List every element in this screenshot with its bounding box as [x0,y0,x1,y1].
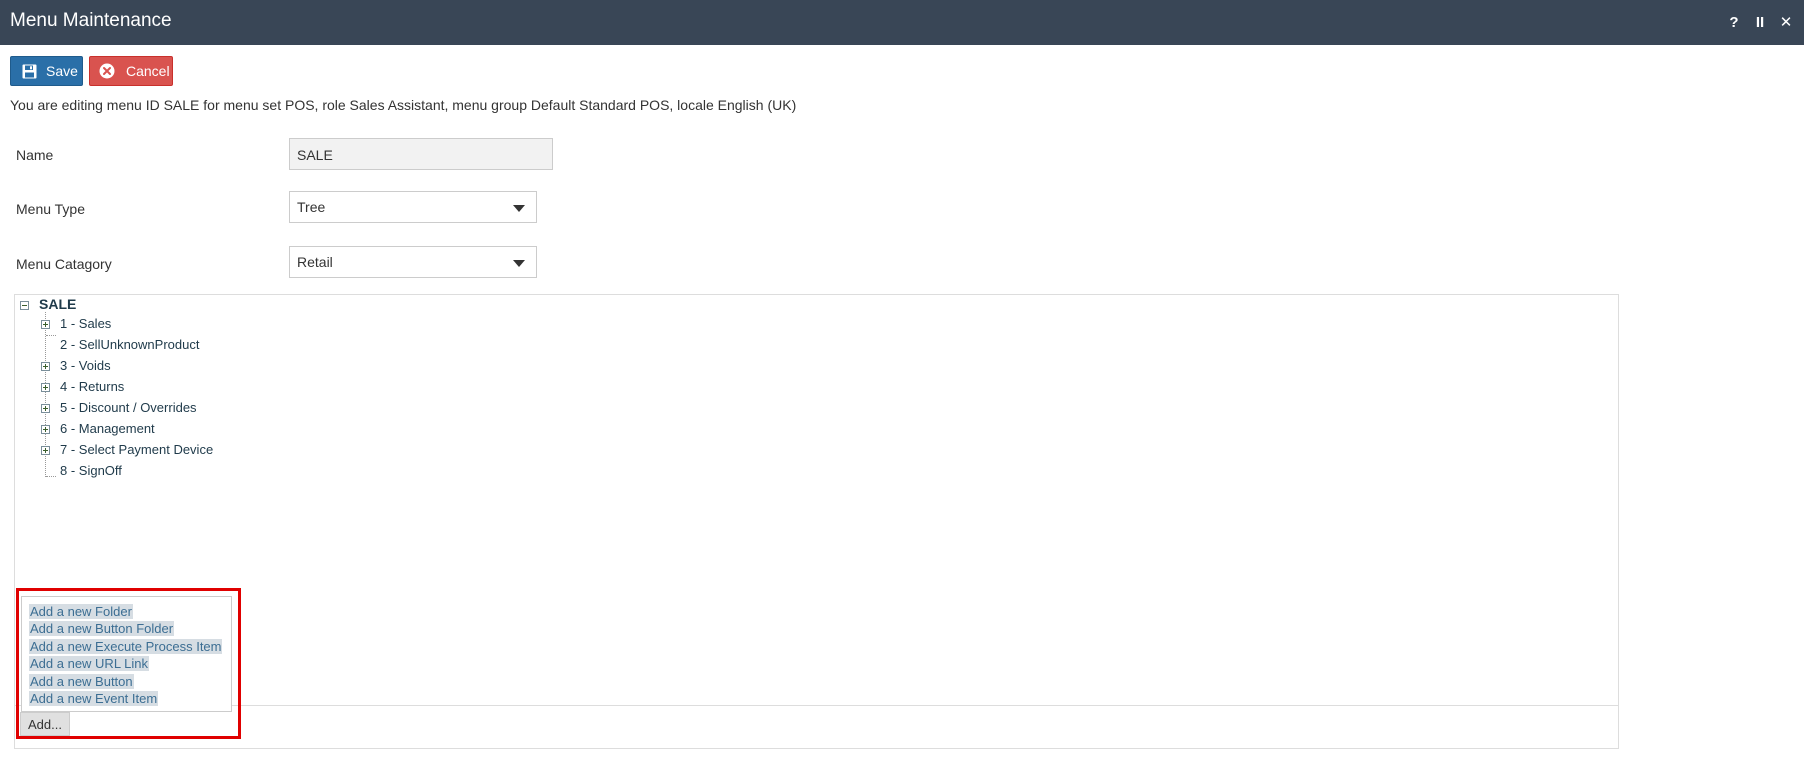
menu-type-label: Menu Type [16,201,86,217]
save-icon [21,63,37,79]
tree-item-voids[interactable]: 3 - Voids [60,358,111,373]
panel-divider [15,705,1618,706]
menu-category-label: Menu Catagory [16,256,112,272]
add-options-list: Add a new Folder Add a new Button Folder… [21,596,232,712]
expand-icon[interactable] [41,404,50,413]
tree-connector [46,335,56,336]
expand-icon[interactable] [41,320,50,329]
add-button[interactable]: Add... [20,712,70,736]
tree-item-select-payment-device[interactable]: 7 - Select Payment Device [60,442,213,457]
name-field[interactable]: SALE [289,138,553,170]
tree-item-sell-unknown-product[interactable]: 2 - SellUnknownProduct [60,337,199,352]
menu-category-select[interactable]: Retail [289,246,537,278]
tree-connector [46,476,56,477]
menu-type-select[interactable]: Tree [289,191,537,223]
cancel-button-label: Cancel [126,63,170,79]
add-button-option[interactable]: Add a new Button [29,673,231,691]
name-label: Name [16,147,54,163]
add-url-link-option[interactable]: Add a new URL Link [29,656,231,673]
editing-info-text: You are editing menu ID SALE for menu se… [10,97,797,113]
tree-item-management[interactable]: 6 - Management [60,421,155,436]
help-icon[interactable]: ? [1725,12,1743,32]
add-execute-process-item-option[interactable]: Add a new Execute Process Item [29,638,231,656]
expand-icon[interactable] [41,446,50,455]
save-button-label: Save [46,63,78,79]
save-button[interactable]: Save [10,56,83,86]
expand-icon[interactable] [41,362,50,371]
expand-icon[interactable] [41,425,50,434]
cancel-button[interactable]: Cancel [89,56,173,86]
menu-category-value: Retail [297,254,333,270]
cancel-icon [99,63,115,79]
add-event-item-option[interactable]: Add a new Event Item [29,690,231,708]
tree-item-returns[interactable]: 4 - Returns [60,379,124,394]
window-titlebar: Menu Maintenance ? II ✕ [0,0,1804,45]
tree-item-discount-overrides[interactable]: 5 - Discount / Overrides [60,400,197,415]
chevron-down-icon [513,205,525,212]
add-button-folder-option[interactable]: Add a new Button Folder [29,621,231,638]
tree-item-signoff[interactable]: 8 - SignOff [60,463,122,478]
expand-icon[interactable] [41,383,50,392]
add-folder-option[interactable]: Add a new Folder [29,604,231,621]
tree-item-sales[interactable]: 1 - Sales [60,316,111,331]
close-icon[interactable]: ✕ [1777,12,1795,32]
menu-type-value: Tree [297,199,326,215]
menu-tree-panel: SALE 1 - Sales 2 - SellUnknownProduct 3 … [14,294,1619,749]
tree-root-sale[interactable]: SALE [39,296,76,312]
collapse-icon[interactable] [20,301,29,310]
window-title: Menu Maintenance [10,10,172,31]
chevron-down-icon [513,260,525,267]
pause-icon[interactable]: II [1751,12,1769,32]
